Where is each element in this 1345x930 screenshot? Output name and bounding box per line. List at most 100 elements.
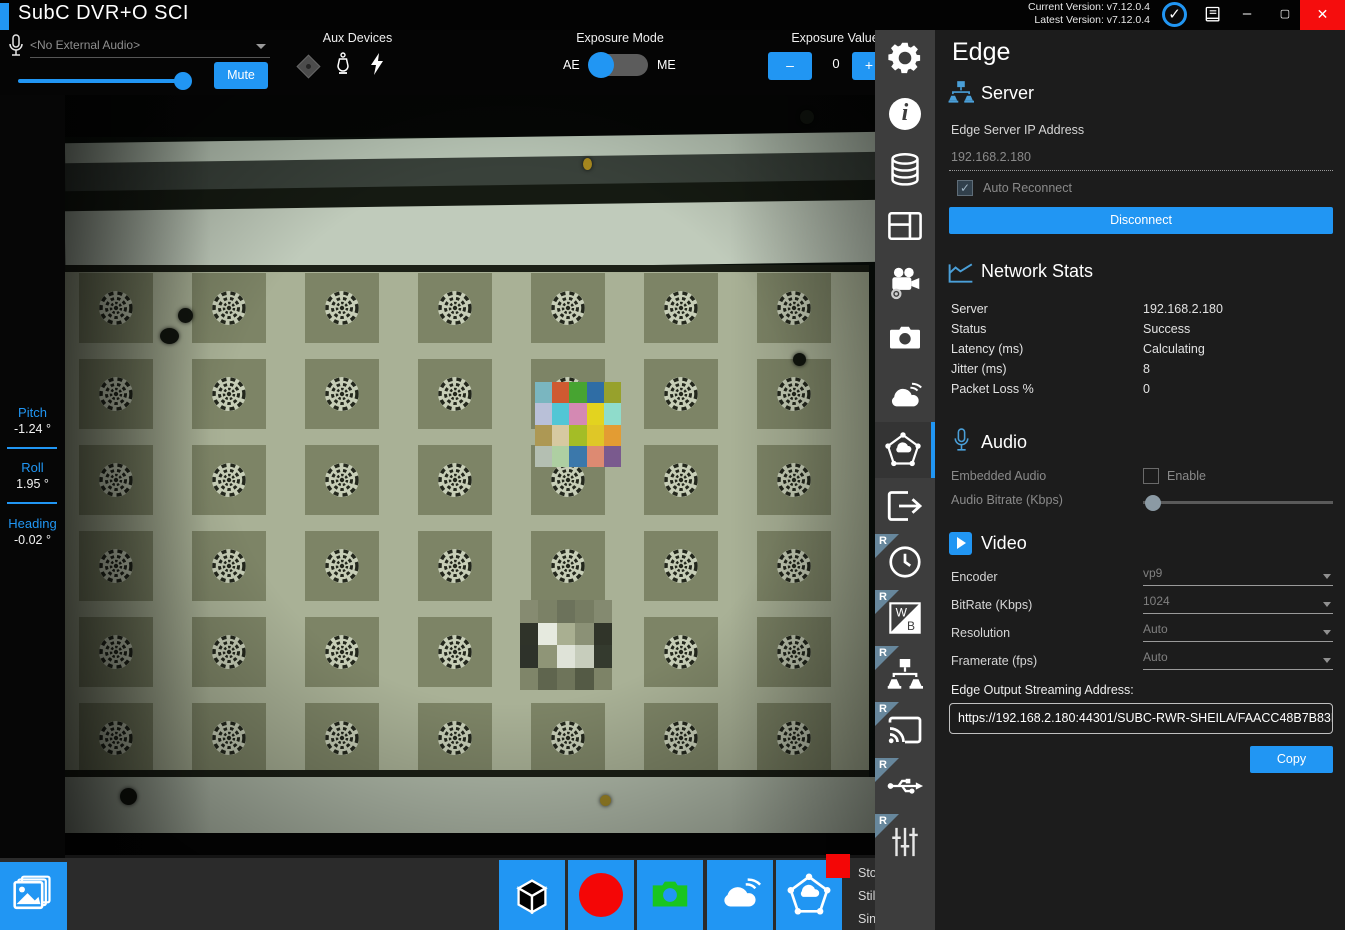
still-capture-button[interactable] [637,860,703,930]
latest-version: Latest Version: v7.12.0.4 [1028,14,1150,27]
streaming-address-input[interactable]: https://192.168.2.180:44301/SUBC-RWR-SHE… [949,703,1333,734]
audio-icon [953,428,970,460]
stat-label: Status [951,322,986,336]
edge-tab[interactable] [875,422,935,478]
current-version: Current Version: v7.12.0.4 [1028,1,1150,14]
slider-thumb[interactable] [1145,495,1161,511]
ae-label: AE [563,58,580,72]
usb-tab[interactable]: R [875,758,935,814]
close-button[interactable]: ✕ [1300,0,1345,30]
white-balance-tab[interactable]: R WB [875,590,935,646]
layout-tab[interactable] [875,198,935,254]
remote-badge: R [875,758,899,782]
pitch-readout: Pitch -1.24 ° [0,405,65,436]
enable-audio-checkbox[interactable] [1143,468,1159,484]
pitch-value: -1.24 ° [0,422,65,436]
heading-value: -0.02 ° [0,533,65,547]
remote-badge: R [875,590,899,614]
chevron-down-icon [1323,602,1331,607]
info-tab[interactable]: i [875,86,935,142]
gallery-button[interactable] [0,862,67,930]
audio-bitrate-label: Audio Bitrate (Kbps) [951,493,1063,507]
video-heading: Video [981,533,1027,554]
volume-thumb[interactable] [174,72,192,90]
video-feed [65,95,875,855]
pitch-label: Pitch [0,405,65,420]
heading-label: Heading [0,516,65,531]
camera-settings-tab[interactable] [875,254,935,310]
ip-label: Edge Server IP Address [951,123,1084,137]
roll-readout: Roll 1.95 ° [0,460,65,491]
stat-value: Success [1143,322,1190,336]
divider [7,447,57,449]
edge-capture-button[interactable] [776,860,842,930]
recording-badge [826,854,850,878]
aux-strobe-icon[interactable] [369,52,385,81]
ip-value[interactable]: 192.168.2.180 [951,150,1031,164]
exposure-minus-button[interactable]: – [768,52,812,80]
manual-icon[interactable] [1203,5,1223,30]
cloud-tab[interactable] [875,366,935,422]
resolution-dropdown[interactable]: Auto [1143,622,1333,642]
mute-button[interactable]: Mute [214,62,268,89]
exposure-mode-label: Exposure Mode [560,31,680,45]
update-check-icon[interactable]: ✓ [1162,2,1187,27]
exposure-value: 0 [824,56,848,71]
svg-text:B: B [907,619,915,633]
stat-label: Server [951,302,988,316]
remote-badge: R [875,646,899,670]
heading-readout: Heading -0.02 ° [0,516,65,547]
stat-label: Latency (ms) [951,342,1023,356]
remote-badge: R [875,814,899,838]
icon-strip: i R R WB R [875,30,935,930]
encoder-label: Encoder [951,570,998,584]
chevron-down-icon [256,44,266,49]
cast-tab[interactable]: R [875,702,935,758]
streaming-address-label: Edge Output Streaming Address: [951,683,1134,697]
auto-reconnect-checkbox[interactable]: ✓ [957,180,973,196]
disconnect-button[interactable]: Disconnect [949,207,1333,234]
server-icon [948,80,974,109]
roll-label: Roll [0,460,65,475]
telemetry-sidebar: Pitch -1.24 ° Roll 1.95 ° Heading -0.02 … [0,95,65,862]
encoder-dropdown[interactable]: vp9 [1143,566,1333,586]
cube-view-button[interactable] [499,860,565,930]
remote-badge: R [875,534,899,558]
network-tab[interactable]: R [875,646,935,702]
toggle-thumb [588,52,614,78]
still-camera-tab[interactable] [875,310,935,366]
roll-value: 1.95 ° [0,477,65,491]
cloud-upload-button[interactable] [707,860,773,930]
bitrate-dropdown[interactable]: 1024 [1143,594,1333,614]
schedule-tab[interactable]: R [875,534,935,590]
framerate-label: Framerate (fps) [951,654,1037,668]
info-icon: i [889,98,921,130]
stat-value: 192.168.2.180 [1143,302,1223,316]
volume-slider[interactable] [18,72,190,90]
aux-lamp-icon[interactable] [335,52,351,81]
adjustments-tab[interactable]: R [875,814,935,870]
stat-value: 8 [1143,362,1150,376]
network-stats-heading: Network Stats [981,261,1093,282]
bitrate-label: BitRate (Kbps) [951,598,1032,612]
settings-tab[interactable] [875,30,935,86]
copy-button[interactable]: Copy [1250,746,1333,773]
record-button[interactable] [568,860,634,930]
video-icon [949,532,972,555]
aux-devices-row [300,52,420,81]
resolution-label: Resolution [951,626,1010,640]
panel-title: Edge [952,38,1010,67]
storage-tab[interactable] [875,142,935,198]
stat-value: Calculating [1143,342,1205,356]
audio-heading: Audio [981,432,1027,453]
vignette [65,95,875,855]
volume-track [18,79,190,83]
exposure-mode-toggle[interactable] [590,54,648,76]
framerate-dropdown[interactable]: Auto [1143,650,1333,670]
aux-sonar-icon[interactable] [296,54,320,78]
export-tab[interactable] [875,478,935,534]
external-audio-value: <No External Audio> [30,38,140,52]
external-audio-select[interactable]: <No External Audio> [30,34,270,58]
divider [7,502,57,504]
audio-bitrate-slider[interactable] [1143,495,1333,511]
